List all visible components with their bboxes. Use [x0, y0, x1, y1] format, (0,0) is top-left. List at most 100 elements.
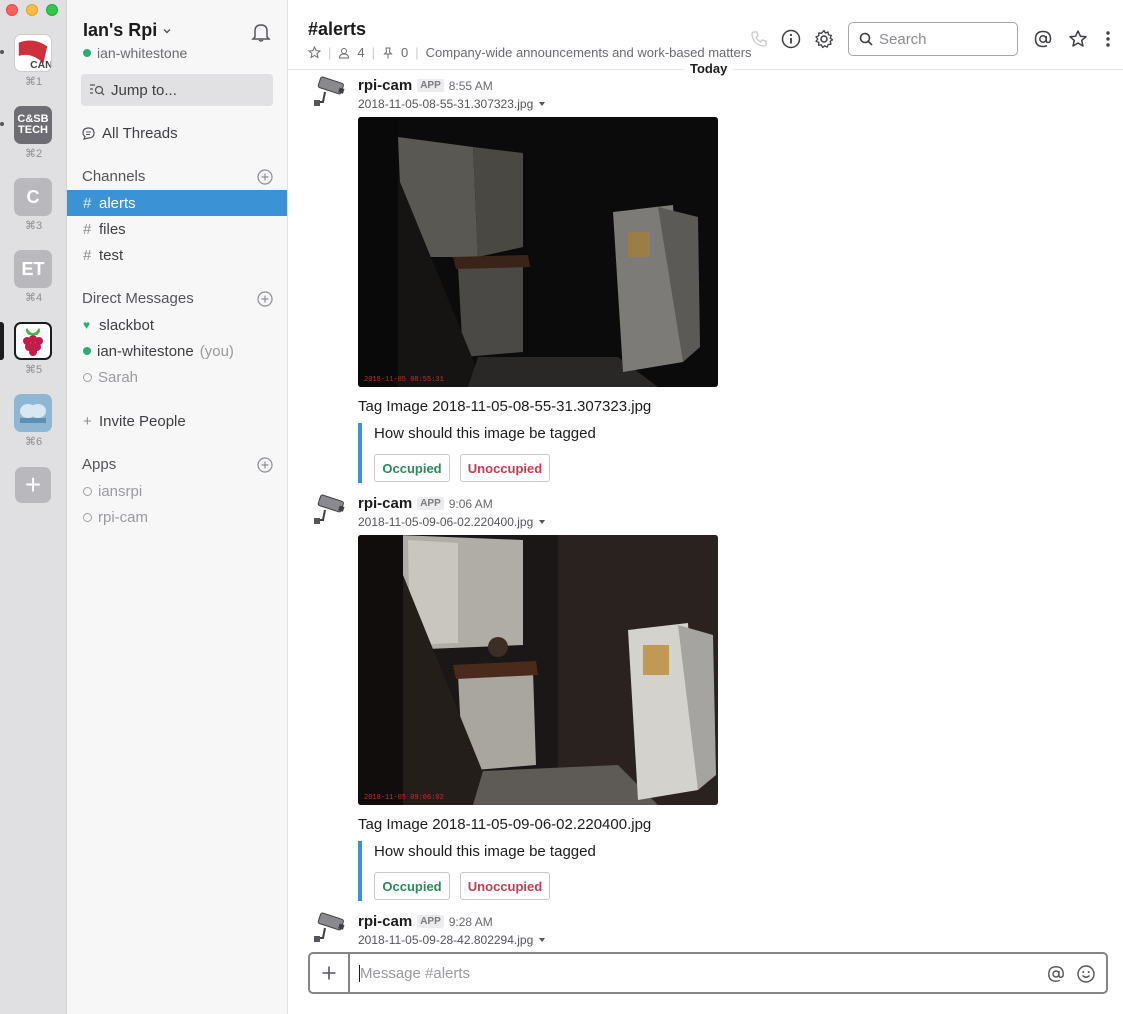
chevron-down-icon [163, 28, 171, 33]
all-threads-link[interactable]: All Threads [81, 125, 178, 142]
dm-name: slackbot [99, 316, 155, 334]
security-camera-icon[interactable] [313, 492, 351, 530]
file-name[interactable]: 2018-11-05-09-06-02.220400.jpg [358, 515, 546, 529]
channel-topic[interactable]: Company-wide announcements and work-base… [426, 45, 752, 60]
workspace-4[interactable]: ET [14, 250, 52, 288]
file-name-text: 2018-11-05-09-06-02.220400.jpg [358, 515, 534, 529]
channel-name: alerts [99, 194, 136, 212]
direct-messages-heading[interactable]: Direct Messages [82, 290, 194, 307]
app-name: iansrpi [98, 482, 143, 500]
add-dm-icon[interactable] [257, 291, 273, 307]
sidebar-item-alerts[interactable]: # alerts [67, 190, 287, 216]
occupied-button[interactable]: Occupied [374, 454, 450, 482]
kitchen-photo-image: 2018-11-05 09:06:02 [358, 535, 718, 805]
channels-heading[interactable]: Channels [82, 168, 145, 185]
file-name-text: 2018-11-05-08-55-31.307323.jpg [358, 97, 534, 111]
add-workspace-label: + [24, 469, 42, 500]
workspace-3-initials: C [26, 186, 40, 207]
workspace-5-raspberry[interactable] [14, 322, 52, 360]
at-mention-icon[interactable] [1046, 964, 1066, 984]
pins-count[interactable]: 0 [401, 45, 408, 60]
online-status-icon [83, 347, 91, 355]
phone-icon[interactable] [749, 29, 769, 49]
online-status-icon [83, 49, 91, 57]
svg-text:CAN: CAN [30, 60, 51, 71]
attach-plus-button[interactable] [310, 954, 350, 992]
sidebar-item-slackbot[interactable]: ♥ slackbot [67, 312, 287, 338]
workspace-2-shortcut: ⌘2 [24, 148, 43, 160]
workspace-1[interactable]: CAN [14, 34, 52, 72]
meta-separator: | [328, 45, 332, 60]
workspace-2[interactable]: C&SB TECH [14, 106, 52, 144]
sidebar-item-test[interactable]: # test [67, 242, 287, 268]
message-time[interactable]: 8:55 AM [449, 79, 493, 93]
members-count[interactable]: 4 [357, 45, 364, 60]
jump-to-icon [90, 84, 105, 96]
tag-question: How should this image be tagged [374, 843, 596, 860]
bell-icon[interactable] [250, 21, 272, 43]
caret-down-icon [539, 938, 546, 942]
minimize-window-button[interactable] [26, 4, 38, 16]
star-icon[interactable] [308, 46, 321, 59]
jump-to-button[interactable]: Jump to... [81, 74, 273, 106]
app-badge: APP [417, 79, 444, 92]
message-time[interactable]: 9:06 AM [449, 497, 493, 511]
away-status-icon [83, 372, 92, 382]
workspace-3[interactable]: C [14, 178, 52, 216]
add-workspace-button[interactable]: + [15, 467, 51, 503]
unoccupied-button[interactable]: Unoccupied [460, 454, 550, 482]
workspace-3-shortcut: ⌘3 [24, 220, 43, 232]
photo-timestamp: 2018-11-05 08:55:31 [364, 376, 444, 384]
more-vertical-icon[interactable] [1098, 29, 1118, 49]
message-header: rpi-cam APP 9:06 AM [358, 495, 493, 512]
sidebar-item-files[interactable]: # files [67, 216, 287, 242]
file-name[interactable]: 2018-11-05-09-28-42.802294.jpg [358, 933, 546, 947]
security-camera-icon[interactable] [313, 74, 351, 112]
photo-timestamp: 2018-11-05 09:06:02 [364, 794, 444, 802]
channel-meta: | 4 | 0 | Company-wide announcements and… [308, 45, 752, 60]
sidebar-item-iansrpi[interactable]: iansrpi [67, 478, 287, 504]
unoccupied-button[interactable]: Unoccupied [460, 872, 550, 900]
security-camera-icon[interactable] [313, 910, 351, 948]
kitchen-photo[interactable]: 2018-11-05 09:06:02 [358, 535, 718, 805]
workspace-4-initials: ET [21, 258, 45, 279]
app-badge: APP [417, 497, 444, 510]
sender-name[interactable]: rpi-cam [358, 913, 412, 930]
plus-icon: + [83, 412, 92, 430]
gear-icon[interactable] [814, 29, 834, 49]
file-name[interactable]: 2018-11-05-08-55-31.307323.jpg [358, 97, 546, 111]
info-icon[interactable] [781, 29, 801, 49]
apps-heading[interactable]: Apps [82, 456, 116, 473]
maximize-window-button[interactable] [46, 4, 58, 16]
channel-title[interactable]: #alerts [308, 19, 366, 40]
close-window-button[interactable] [6, 4, 18, 16]
tag-attachment: How should this image be tagged Occupied… [358, 841, 658, 901]
message-input[interactable]: Message #alerts [360, 965, 470, 982]
meta-separator: | [371, 45, 376, 60]
sender-name[interactable]: rpi-cam [358, 495, 412, 512]
kitchen-photo[interactable]: 2018-11-05 08:55:31 [358, 117, 718, 387]
occupied-button[interactable]: Occupied [374, 872, 450, 900]
emoji-icon[interactable] [1076, 964, 1096, 984]
sidebar-item-sarah[interactable]: Sarah [67, 364, 287, 390]
current-user-name: ian-whitestone [97, 45, 188, 61]
workspace-6[interactable] [14, 394, 52, 432]
sidebar-item-ian-whitestone[interactable]: ian-whitestone (you) [67, 338, 287, 364]
workspace-1-shortcut: ⌘1 [24, 76, 43, 88]
plus-icon [322, 966, 336, 980]
sender-name[interactable]: rpi-cam [358, 77, 412, 94]
invite-people-button[interactable]: + Invite People [67, 408, 287, 434]
star-icon[interactable] [1068, 29, 1088, 49]
sidebar-item-rpi-cam[interactable]: rpi-cam [67, 504, 287, 530]
add-app-icon[interactable] [257, 457, 273, 473]
away-status-icon [83, 512, 92, 522]
team-menu[interactable]: Ian's Rpi [83, 20, 172, 41]
message-time[interactable]: 9:28 AM [449, 915, 493, 929]
meta-separator: | [415, 45, 419, 60]
caret-down-icon [539, 102, 546, 106]
search-box[interactable]: Search [848, 22, 1018, 56]
day-divider: Today [684, 61, 734, 76]
add-channel-icon[interactable] [257, 169, 273, 185]
mentions-icon[interactable] [1033, 29, 1053, 49]
dm-name: Sarah [98, 368, 139, 386]
